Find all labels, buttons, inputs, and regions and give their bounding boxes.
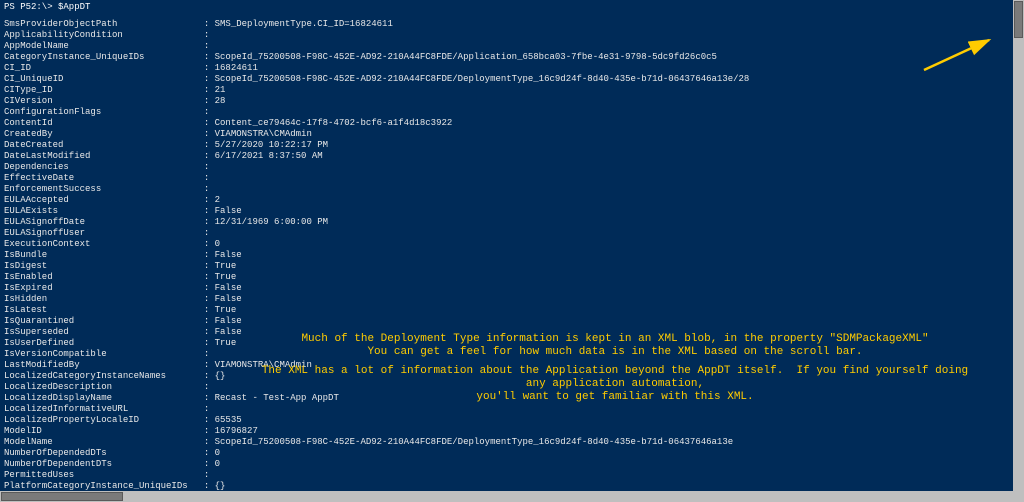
property-row: SmsProviderObjectPath : SMS_DeploymentTy…: [4, 19, 1009, 30]
property-row: CIType_ID : 21: [4, 85, 1009, 96]
property-row: Dependencies :: [4, 162, 1009, 173]
property-row: IsLatest : True: [4, 305, 1009, 316]
property-row: IsQuarantined : False: [4, 316, 1009, 327]
property-row: DateCreated : 5/27/2020 10:22:17 PM: [4, 140, 1009, 151]
property-row: IsBundle : False: [4, 250, 1009, 261]
property-row: ModelID : 16796827: [4, 426, 1009, 437]
property-row: AppModelName :: [4, 41, 1009, 52]
property-row: ApplicabilityCondition :: [4, 30, 1009, 41]
horizontal-scroll-thumb[interactable]: [1, 492, 123, 501]
annotation-line-2: You can get a feel for how much data is …: [255, 346, 975, 359]
property-row: ConfigurationFlags :: [4, 107, 1009, 118]
property-row: CIVersion : 28: [4, 96, 1009, 107]
horizontal-scrollbar[interactable]: [0, 491, 1013, 502]
property-row: LocalizedInformativeURL :: [4, 404, 1009, 415]
powershell-window: PS P52:\> $AppDT SmsProviderObjectPath :…: [0, 0, 1024, 502]
property-row: CategoryInstance_UniqueIDs : ScopeId_752…: [4, 52, 1009, 63]
scrollbar-corner: [1013, 491, 1024, 502]
annotation-line-4: you'll want to get familiar with this XM…: [255, 391, 975, 404]
annotation-block: Much of the Deployment Type information …: [255, 333, 975, 404]
property-row: ModelName : ScopeId_75200508-F98C-452E-A…: [4, 437, 1009, 448]
prompt-line[interactable]: PS P52:\> $AppDT: [4, 2, 1009, 13]
property-row: CreatedBy : VIAMONSTRA\CMAdmin: [4, 129, 1009, 140]
property-row: CI_UniqueID : ScopeId_75200508-F98C-452E…: [4, 74, 1009, 85]
property-row: EULAExists : False: [4, 206, 1009, 217]
property-row: PlatformCategoryInstance_UniqueIDs : {}: [4, 481, 1009, 491]
property-row: EffectiveDate :: [4, 173, 1009, 184]
property-row: NumberOfDependentDTs : 0: [4, 459, 1009, 470]
property-row: NumberOfDependedDTs : 0: [4, 448, 1009, 459]
property-row: EULAAccepted : 2: [4, 195, 1009, 206]
property-row: IsHidden : False: [4, 294, 1009, 305]
property-row: IsExpired : False: [4, 283, 1009, 294]
property-row: ExecutionContext : 0: [4, 239, 1009, 250]
property-row: IsDigest : True: [4, 261, 1009, 272]
property-row: EULASignoffDate : 12/31/1969 6:00:00 PM: [4, 217, 1009, 228]
annotation-line-3: The XML has a lot of information about t…: [255, 365, 975, 391]
annotation-line-1: Much of the Deployment Type information …: [255, 333, 975, 346]
property-row: CI_ID : 16824611: [4, 63, 1009, 74]
property-row: DateLastModified : 6/17/2021 8:37:50 AM: [4, 151, 1009, 162]
vertical-scrollbar[interactable]: [1013, 0, 1024, 491]
console-output: PS P52:\> $AppDT SmsProviderObjectPath :…: [0, 0, 1013, 491]
property-row: ContentId : Content_ce79464c-17f8-4702-b…: [4, 118, 1009, 129]
property-row: PermittedUses :: [4, 470, 1009, 481]
property-row: EnforcementSuccess :: [4, 184, 1009, 195]
vertical-scroll-thumb[interactable]: [1014, 1, 1023, 38]
property-row: IsEnabled : True: [4, 272, 1009, 283]
property-row: EULASignoffUser :: [4, 228, 1009, 239]
property-row: LocalizedPropertyLocaleID : 65535: [4, 415, 1009, 426]
